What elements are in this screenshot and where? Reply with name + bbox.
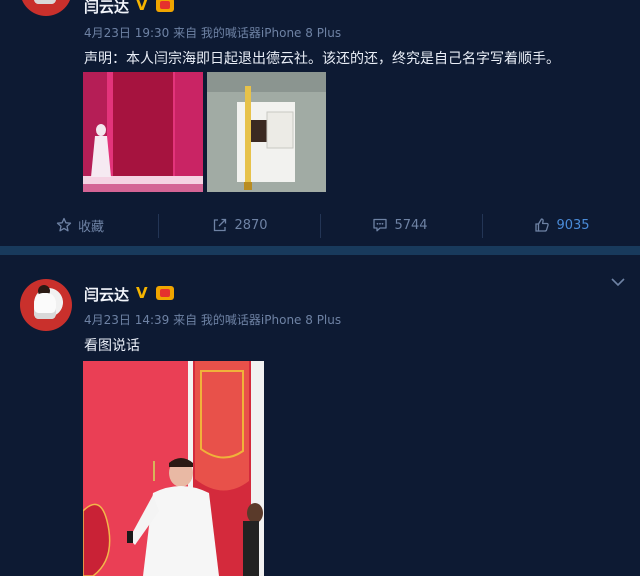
comment-button[interactable]: 5744 (320, 204, 480, 246)
author-name[interactable]: 闫云达 (84, 284, 129, 305)
verified-badge-icon: V (136, 284, 148, 302)
favorite-label: 收藏 (77, 219, 104, 235)
thumbs-up-icon (535, 218, 550, 232)
post-image-stage[interactable] (83, 72, 203, 192)
repost-button[interactable]: 2870 (160, 204, 320, 246)
author-name[interactable]: 闫云达 (84, 0, 129, 17)
performer-photo (83, 361, 264, 576)
member-crown-icon (156, 0, 174, 12)
post-meta: 4月23日 14:39 来自 我的喊话器iPhone 8 Plus (84, 313, 342, 327)
verified-badge-icon: V (136, 0, 148, 14)
share-icon (214, 218, 227, 232)
post-image-object[interactable] (207, 72, 326, 192)
favorite-button[interactable]: 收藏 (0, 204, 160, 246)
post-text: 看图说话 (84, 338, 140, 354)
post-meta: 4月23日 19:30 来自 我的喊话器iPhone 8 Plus (84, 26, 342, 40)
more-options-button[interactable] (610, 272, 626, 291)
comment-count: 5744 (394, 217, 428, 233)
avatar[interactable] (20, 279, 72, 331)
feed-post: 闫云达 V 4月23日 14:39 来自 我的喊话器iPhone 8 Plus … (0, 255, 640, 576)
stage-photo (83, 72, 203, 192)
like-button[interactable]: 9035 (482, 204, 640, 246)
post-image-performer[interactable] (83, 361, 264, 576)
repost-count: 2870 (234, 217, 268, 233)
post-divider (0, 246, 640, 255)
comment-icon (373, 218, 388, 232)
object-photo (207, 72, 326, 192)
member-crown-icon (156, 286, 174, 300)
like-count: 9035 (556, 217, 590, 233)
post-text: 声明：本人闫宗海即日起退出德云社。该还的还，终究是自己名字写着顺手。 (84, 51, 560, 67)
feed-post: 闫云达 V 4月23日 19:30 来自 我的喊话器iPhone 8 Plus … (0, 0, 640, 246)
star-icon (56, 217, 72, 232)
avatar[interactable] (20, 0, 72, 16)
action-divider (158, 214, 159, 238)
action-bar: 收藏 2870 5744 9035 (0, 204, 640, 246)
chevron-down-icon (611, 278, 625, 287)
